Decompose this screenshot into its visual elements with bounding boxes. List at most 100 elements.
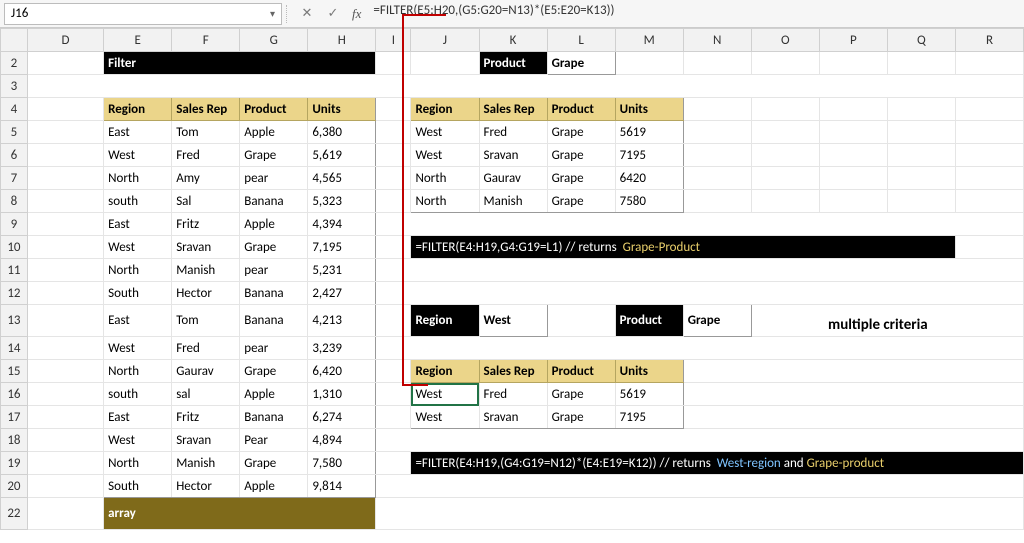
cell[interactable] bbox=[751, 98, 819, 121]
select-all-corner[interactable] bbox=[1, 29, 28, 52]
table-cell[interactable]: Sravan bbox=[172, 236, 240, 259]
table-cell[interactable]: 4,565 bbox=[308, 167, 376, 190]
table-cell[interactable]: Grape bbox=[547, 406, 615, 429]
table-cell[interactable]: south bbox=[104, 383, 172, 406]
table-cell[interactable]: 7,195 bbox=[308, 236, 376, 259]
cell[interactable] bbox=[27, 475, 103, 498]
cell[interactable] bbox=[376, 360, 411, 383]
cell[interactable] bbox=[27, 360, 103, 383]
cell[interactable] bbox=[27, 236, 103, 259]
cell[interactable] bbox=[819, 52, 887, 75]
cell[interactable] bbox=[376, 305, 411, 337]
table-cell[interactable]: West bbox=[411, 121, 479, 144]
table-cell[interactable]: Gaurav bbox=[479, 167, 547, 190]
row-header[interactable]: 15 bbox=[1, 360, 28, 383]
table-cell[interactable]: 7580 bbox=[615, 190, 683, 213]
cell[interactable] bbox=[887, 144, 955, 167]
table-cell[interactable]: West bbox=[411, 406, 479, 429]
cell[interactable] bbox=[887, 190, 955, 213]
tbl-header-product[interactable]: Product bbox=[240, 98, 308, 121]
table-cell[interactable]: Fred bbox=[172, 144, 240, 167]
cell[interactable] bbox=[376, 167, 411, 190]
tbl2-header-units[interactable]: Units bbox=[615, 98, 683, 121]
cell[interactable] bbox=[376, 144, 411, 167]
col-header[interactable]: R bbox=[955, 29, 1023, 52]
row-header[interactable]: 19 bbox=[1, 452, 28, 475]
table-cell[interactable]: Manish bbox=[172, 259, 240, 282]
cell[interactable] bbox=[683, 121, 751, 144]
table-cell[interactable]: Hector bbox=[172, 282, 240, 305]
table-cell[interactable]: Grape bbox=[240, 144, 308, 167]
cell[interactable] bbox=[376, 213, 1024, 236]
table-cell[interactable]: 4,213 bbox=[308, 305, 376, 337]
name-box[interactable]: J16 ▾ bbox=[4, 3, 282, 25]
cell[interactable] bbox=[887, 52, 955, 75]
row-header[interactable]: 18 bbox=[1, 429, 28, 452]
row-header[interactable]: 22 bbox=[1, 498, 28, 530]
tbl2-header-region[interactable]: Region bbox=[411, 98, 479, 121]
table-cell[interactable]: Sravan bbox=[172, 429, 240, 452]
table-cell[interactable]: pear bbox=[240, 259, 308, 282]
table-cell[interactable]: West bbox=[104, 236, 172, 259]
table-cell[interactable]: Fred bbox=[172, 337, 240, 360]
table-cell[interactable]: Apple bbox=[240, 383, 308, 406]
cell[interactable] bbox=[376, 98, 411, 121]
table-cell[interactable]: 4,394 bbox=[308, 213, 376, 236]
criteria-value-product2[interactable]: Grape bbox=[683, 305, 751, 337]
cell[interactable] bbox=[27, 144, 103, 167]
table-cell[interactable]: Manish bbox=[172, 452, 240, 475]
table-cell[interactable]: Banana bbox=[240, 406, 308, 429]
row-header[interactable]: 10 bbox=[1, 236, 28, 259]
cell[interactable] bbox=[751, 190, 819, 213]
cell[interactable] bbox=[376, 475, 1024, 498]
cell[interactable] bbox=[955, 236, 1023, 259]
table-cell[interactable]: Grape bbox=[240, 360, 308, 383]
cell[interactable] bbox=[887, 167, 955, 190]
cell[interactable] bbox=[683, 360, 1023, 383]
tbl3-header-product[interactable]: Product bbox=[547, 360, 615, 383]
tbl2-header-product[interactable]: Product bbox=[547, 98, 615, 121]
col-header[interactable]: Q bbox=[887, 29, 955, 52]
table-cell[interactable]: Grape bbox=[240, 236, 308, 259]
col-header[interactable]: L bbox=[547, 29, 615, 52]
table-cell[interactable]: 5,619 bbox=[308, 144, 376, 167]
table-cell[interactable]: South bbox=[104, 282, 172, 305]
criteria-label-product2[interactable]: Product bbox=[615, 305, 683, 337]
table-cell[interactable]: 5,231 bbox=[308, 259, 376, 282]
tbl3-header-units[interactable]: Units bbox=[615, 360, 683, 383]
cell[interactable] bbox=[411, 52, 479, 75]
array-label[interactable]: array bbox=[104, 498, 376, 530]
row-header[interactable]: 9 bbox=[1, 213, 28, 236]
table-cell[interactable]: pear bbox=[240, 167, 308, 190]
cell[interactable] bbox=[27, 259, 103, 282]
cell[interactable] bbox=[819, 190, 887, 213]
table-cell[interactable]: Fred bbox=[479, 383, 547, 406]
row-header[interactable]: 5 bbox=[1, 121, 28, 144]
cell[interactable] bbox=[819, 144, 887, 167]
cell[interactable] bbox=[27, 305, 103, 337]
table-cell[interactable]: 6,420 bbox=[308, 360, 376, 383]
row-header[interactable]: 11 bbox=[1, 259, 28, 282]
table-cell[interactable]: North bbox=[411, 190, 479, 213]
table-cell[interactable]: 1,310 bbox=[308, 383, 376, 406]
table-cell[interactable]: West bbox=[411, 144, 479, 167]
tbl-header-units[interactable]: Units bbox=[308, 98, 376, 121]
cell[interactable] bbox=[819, 167, 887, 190]
cell[interactable] bbox=[27, 282, 103, 305]
cell[interactable] bbox=[955, 121, 1023, 144]
table-cell[interactable]: 6,380 bbox=[308, 121, 376, 144]
table-cell[interactable]: 6,274 bbox=[308, 406, 376, 429]
row-header[interactable]: 16 bbox=[1, 383, 28, 406]
cell[interactable] bbox=[683, 167, 751, 190]
cell[interactable] bbox=[955, 190, 1023, 213]
table-cell[interactable]: Grape bbox=[240, 452, 308, 475]
tbl3-header-region[interactable]: Region bbox=[411, 360, 479, 383]
cell[interactable] bbox=[27, 337, 103, 360]
table-cell[interactable]: Grape bbox=[547, 121, 615, 144]
fx-icon[interactable]: fx bbox=[348, 6, 365, 22]
table-cell[interactable]: East bbox=[104, 406, 172, 429]
cell[interactable] bbox=[955, 52, 1023, 75]
table-cell[interactable]: 9,814 bbox=[308, 475, 376, 498]
table-cell[interactable]: Tom bbox=[172, 305, 240, 337]
table-cell[interactable]: Gaurav bbox=[172, 360, 240, 383]
